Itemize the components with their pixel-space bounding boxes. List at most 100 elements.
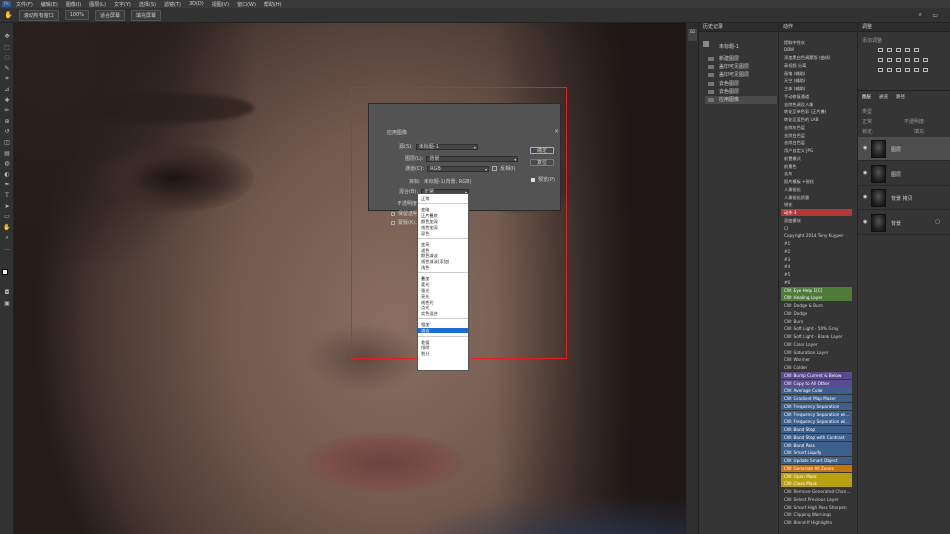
quick-mask-icon[interactable]: ◘: [3, 289, 11, 296]
tab-paths[interactable]: 路径: [896, 94, 905, 100]
action-item[interactable]: 动作 3: [781, 209, 852, 216]
eye-icon[interactable]: ◉: [863, 195, 868, 200]
scroll-all-windows-button[interactable]: 滚动所有窗口: [18, 9, 59, 21]
move-tool-icon[interactable]: ✥: [3, 33, 11, 40]
blend-mode-option[interactable]: 滤色: [421, 248, 429, 253]
action-item[interactable]: 去灰: [781, 170, 852, 177]
action-item[interactable]: CW: Smart High Pass Sharpen: [781, 504, 852, 511]
action-item[interactable]: CW: Band Stop: [781, 426, 852, 433]
tab-channels[interactable]: 通道: [879, 94, 888, 100]
workspace-icon[interactable]: ▭: [932, 12, 938, 19]
blend-mode-option[interactable]: 亮光: [421, 294, 429, 299]
adjustment-icon[interactable]: [914, 68, 919, 72]
blend-mode-dropdown[interactable]: 正常 变暗 正片叠底 颜色加深 线性加深 深色 变亮 滤色 颜色减淡 线性减淡(添加) 浅色 叠加 柔光…: [417, 193, 469, 371]
blur-tool-icon[interactable]: ◍: [3, 160, 11, 167]
action-item[interactable]: 画笔 (辅助): [781, 70, 852, 77]
action-item[interactable]: 提取中性灰: [781, 39, 852, 46]
invert-checkbox[interactable]: [492, 166, 498, 171]
pen-tool-icon[interactable]: ✒: [3, 181, 11, 188]
action-item[interactable]: 手动修复通道: [781, 93, 852, 100]
history-panel-icon[interactable]: 02: [688, 29, 697, 41]
action-item[interactable]: CW: Select Previous Layer: [781, 496, 852, 503]
blend-mode-option[interactable]: 点光: [421, 305, 429, 310]
action-item[interactable]: CW: Average Color: [781, 387, 852, 395]
action-item[interactable]: #5: [781, 271, 852, 278]
action-item[interactable]: CW: Healing Layer: [781, 294, 852, 302]
blend-mode-option[interactable]: 浅色: [421, 265, 429, 270]
action-item[interactable]: 天空 (辅助): [781, 77, 852, 84]
action-item[interactable]: CW: Band Stop with Contrast: [781, 433, 852, 441]
action-item[interactable]: DBW: [781, 46, 852, 53]
action-item[interactable]: 前景色: [781, 163, 852, 170]
path-select-tool-icon[interactable]: ➤: [3, 203, 11, 210]
blend-mode-option[interactable]: 实色混合: [421, 311, 438, 316]
action-item[interactable]: CW: Colder: [781, 364, 852, 371]
hand-tool-icon[interactable]: ✋: [3, 224, 11, 231]
healing-tool-icon[interactable]: ✚: [3, 97, 11, 104]
action-item[interactable]: CW: Open Mask: [781, 472, 852, 480]
action-item[interactable]: 去除色调及人像: [781, 101, 852, 108]
brush-tool-icon[interactable]: ✏: [3, 107, 11, 114]
blend-mode-option[interactable]: 深色: [421, 231, 429, 236]
action-item[interactable]: 双曲模块: [781, 217, 852, 224]
menu-item[interactable]: 窗口(W): [237, 1, 256, 8]
action-item[interactable]: 去除灰色层: [781, 124, 852, 131]
marquee-tool-icon[interactable]: ⬚: [3, 44, 11, 51]
action-item[interactable]: 用户自定义 JPG: [781, 147, 852, 154]
action-item[interactable]: CW: Saturation Layer: [781, 349, 852, 356]
shape-tool-icon[interactable]: ▭: [3, 213, 11, 220]
menu-item[interactable]: 文字(Y): [114, 1, 131, 8]
action-item[interactable]: CW: Smart Liquify: [781, 449, 852, 457]
layer-row[interactable]: ◉ 图层: [858, 137, 950, 161]
action-item[interactable]: CW: Dodge: [781, 310, 852, 317]
action-item[interactable]: CW: Bump Current & Below: [781, 371, 852, 379]
action-item[interactable]: CW: Clipping Warnings: [781, 511, 852, 518]
layer-select[interactable]: 背景: [426, 155, 519, 162]
layer-row[interactable]: ◉ 背景 ▢: [858, 211, 950, 235]
fit-screen-button[interactable]: 适合屏幕: [95, 9, 126, 21]
blend-mode-option[interactable]: 颜色加深: [421, 219, 438, 224]
snapshot-label[interactable]: 未标题-1: [719, 43, 739, 50]
preview-checkbox[interactable]: [531, 177, 535, 182]
action-item[interactable]: 人像锐化: [781, 186, 852, 193]
eyedropper-tool-icon[interactable]: ⊿: [3, 86, 11, 93]
ok-button[interactable]: 确定: [530, 147, 554, 154]
action-item[interactable]: CW: Copy to All Other: [781, 379, 852, 387]
blend-mode-option[interactable]: 减去: [421, 328, 429, 333]
action-item[interactable]: CW: Soft Light - Blank Layer: [781, 333, 852, 340]
action-item[interactable]: 转化至蓝色的 LAB: [781, 116, 852, 123]
action-item[interactable]: CW: Frequency Separation wi...: [781, 418, 852, 426]
action-item[interactable]: #2: [781, 248, 852, 255]
quick-select-tool-icon[interactable]: ✎: [3, 65, 11, 72]
tab-layers[interactable]: 图层: [862, 94, 871, 100]
eye-icon[interactable]: ◉: [863, 219, 868, 224]
menu-item[interactable]: 滤镜(T): [164, 1, 181, 8]
action-item[interactable]: #1: [781, 240, 852, 247]
eye-icon[interactable]: ◉: [863, 146, 868, 151]
menu-item[interactable]: 视图(V): [212, 1, 229, 8]
type-tool-icon[interactable]: T: [3, 192, 11, 199]
menu-item[interactable]: 3D(D): [189, 1, 204, 7]
action-item[interactable]: #3: [781, 256, 852, 263]
action-item[interactable]: CW: Gradient Map Maker: [781, 395, 852, 402]
menu-item[interactable]: 文件(F): [16, 1, 33, 8]
action-item[interactable]: CW: Blend-If Highlights: [781, 519, 852, 526]
adjustment-icon[interactable]: [905, 58, 910, 62]
blend-mode-option[interactable]: 排除: [421, 345, 429, 350]
blend-mode-option[interactable]: 线性加深: [421, 225, 438, 230]
blend-mode-option[interactable]: 颜色减淡: [421, 253, 438, 258]
layer-kind-filter[interactable]: 类型: [862, 108, 872, 115]
adjustment-icon[interactable]: [878, 48, 883, 52]
gradient-tool-icon[interactable]: ▤: [3, 150, 11, 157]
action-item[interactable]: CW: Close Mask: [781, 480, 852, 488]
adjustment-icon[interactable]: [923, 68, 928, 72]
action-item[interactable]: 高低频 分离: [781, 62, 852, 69]
menu-item[interactable]: 编辑(E): [41, 1, 58, 8]
action-item[interactable]: #4: [781, 263, 852, 270]
adjustment-icon[interactable]: [905, 48, 910, 52]
blend-mode-option[interactable]: 正常: [421, 196, 429, 201]
adjustment-icon[interactable]: [896, 48, 901, 52]
blend-mode-option[interactable]: 变亮: [421, 242, 429, 247]
adjustment-icon[interactable]: [878, 58, 883, 62]
action-item[interactable]: CI: [781, 225, 852, 232]
